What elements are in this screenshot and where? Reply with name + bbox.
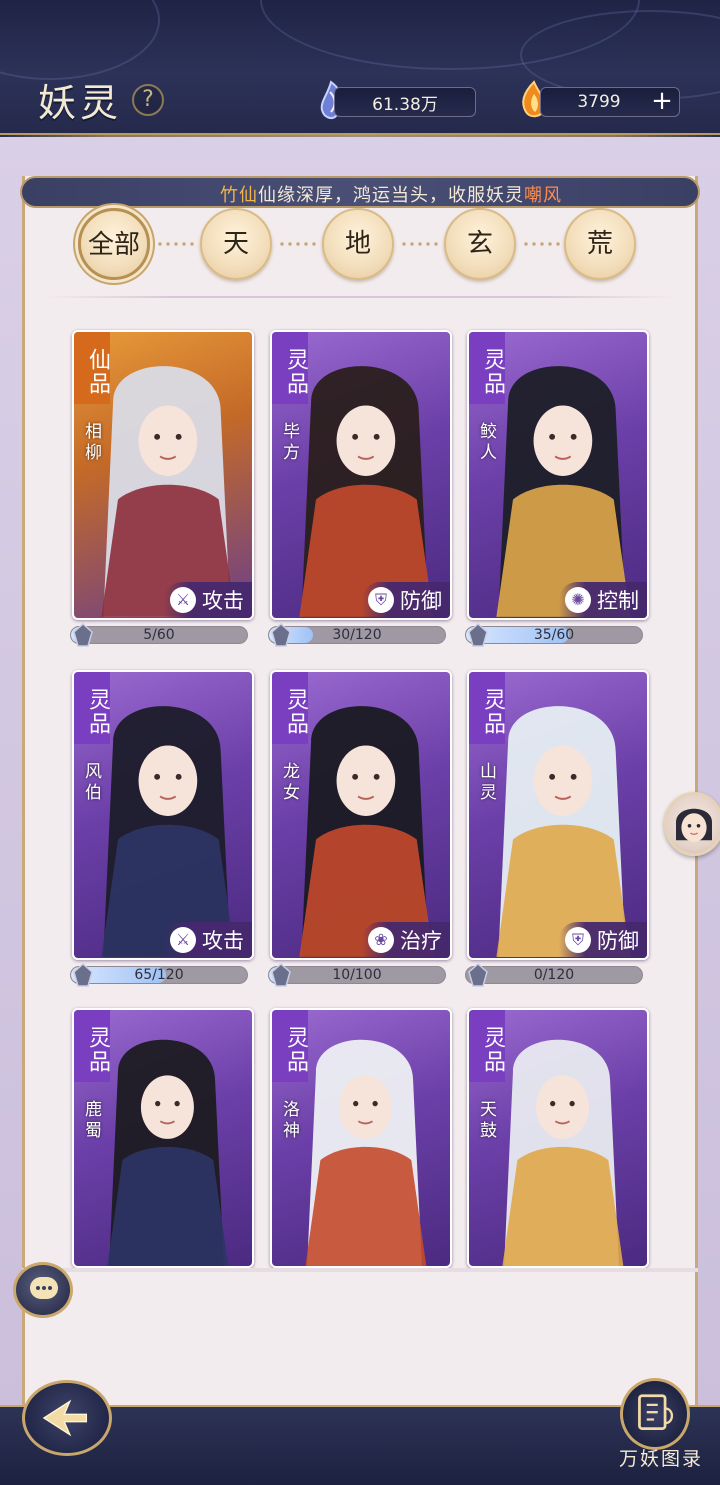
announcement-player: 竹仙	[220, 185, 258, 206]
role-label: 攻击	[202, 929, 244, 953]
add-flame-coin-button[interactable]: +	[648, 88, 676, 115]
shard-icon	[271, 962, 291, 987]
announcement-message: 仙缘深厚，鸿运当头，收服妖灵	[258, 185, 524, 206]
spirit-card[interactable]: 灵品山灵 ⛨ 防御	[467, 670, 649, 960]
soul-crystal-value: 61.38万	[372, 94, 438, 115]
filter-separator	[40, 296, 680, 298]
announcement-text: 竹仙仙缘深厚，鸿运当头，收服妖灵嘲风	[220, 181, 562, 206]
spirit-name: 龙女	[279, 762, 299, 804]
spirit-card[interactable]: 仙品相柳 ⚔ 攻击	[72, 330, 254, 620]
codex-label: 万妖图录	[618, 1448, 703, 1470]
rarity-tag: 灵品	[469, 332, 505, 404]
role-label: 治疗	[400, 929, 442, 953]
shard-icon	[468, 962, 488, 987]
rarity-tag: 仙品	[74, 332, 110, 404]
spirit-name: 风伯	[81, 762, 101, 804]
filter-wild[interactable]: 荒	[564, 208, 636, 280]
shard-progress-bar: 65/120	[70, 966, 248, 984]
role-badge: ❀ 治疗	[362, 922, 450, 958]
chat-button[interactable]	[13, 1262, 73, 1318]
spirit-name: 相柳	[81, 422, 101, 464]
scroll-book-icon	[638, 1394, 674, 1430]
progress-text: 0/120	[533, 967, 575, 983]
crossed-swords-icon: ⚔	[170, 927, 196, 953]
role-badge: ⛨ 防御	[362, 582, 450, 618]
rarity-tag: 灵品	[272, 1010, 308, 1082]
shield-icon: ⛨	[565, 927, 591, 953]
shard-icon	[73, 962, 93, 987]
spirit-card[interactable]: 灵品 鹿蜀	[72, 1008, 254, 1268]
spirit-card[interactable]: 灵品龙女 ❀ 治疗	[270, 670, 452, 960]
role-badge: ⛨ 防御	[559, 922, 647, 958]
progress-text: 30/120	[332, 627, 382, 643]
shard-progress-bar: 35/60	[465, 626, 643, 644]
spirit-card[interactable]: 灵品 天鼓	[467, 1008, 649, 1268]
back-arrow-icon	[42, 1399, 88, 1437]
rarity-tag: 灵品	[469, 672, 505, 744]
shard-icon	[468, 622, 488, 647]
shield-icon: ⛨	[368, 587, 394, 613]
list-bottom-edge	[22, 1268, 698, 1272]
shard-progress-bar: 5/60	[70, 626, 248, 644]
spirit-card[interactable]: 灵品风伯 ⚔ 攻击	[72, 670, 254, 960]
spirit-name: 洛神	[279, 1100, 299, 1142]
companion-avatar-icon[interactable]	[664, 792, 720, 856]
help-icon[interactable]: ?	[132, 84, 164, 116]
progress-text: 35/60	[533, 627, 575, 643]
role-label: 防御	[400, 589, 442, 613]
shard-progress-bar: 30/120	[268, 626, 446, 644]
progress-text: 65/120	[134, 967, 184, 983]
filter-earth[interactable]: 地	[322, 208, 394, 280]
shard-progress-bar: 0/120	[465, 966, 643, 984]
rarity-tag: 灵品	[74, 1010, 110, 1082]
progress-text: 10/100	[332, 967, 382, 983]
rarity-tag: 灵品	[272, 672, 308, 744]
spirit-name: 毕方	[279, 422, 299, 464]
filter-divider	[156, 242, 196, 246]
filter-divider	[522, 242, 562, 246]
lotus-icon: ❀	[368, 927, 394, 953]
spirit-name: 天鼓	[476, 1100, 496, 1142]
role-badge: ⚔ 攻击	[164, 922, 252, 958]
spirit-name: 鹿蜀	[81, 1100, 101, 1142]
spirit-card[interactable]: 灵品 洛神	[270, 1008, 452, 1268]
shard-icon	[73, 622, 93, 647]
filter-mystic[interactable]: 玄	[444, 208, 516, 280]
crossed-swords-icon: ⚔	[170, 587, 196, 613]
role-badge: ⚔ 攻击	[164, 582, 252, 618]
page-title: 妖灵	[38, 81, 123, 125]
spirit-card[interactable]: 灵品鲛人 ✺ 控制	[467, 330, 649, 620]
rarity-tag: 灵品	[469, 1010, 505, 1082]
filter-heaven[interactable]: 天	[200, 208, 272, 280]
filter-divider	[278, 242, 318, 246]
back-button[interactable]	[22, 1380, 112, 1456]
rarity-tag: 灵品	[272, 332, 308, 404]
progress-text: 5/60	[143, 627, 175, 643]
flame-coin-value: 3799	[577, 92, 621, 112]
role-label: 攻击	[202, 589, 244, 613]
soul-crystal-counter: 61.38万	[334, 87, 476, 117]
filter-divider	[400, 242, 440, 246]
vortex-icon: ✺	[565, 587, 591, 613]
role-badge: ✺ 控制	[559, 582, 647, 618]
codex-button[interactable]	[620, 1378, 690, 1450]
announcement-spirit: 嘲风	[524, 185, 562, 206]
shard-progress-bar: 10/100	[268, 966, 446, 984]
spirit-name: 鲛人	[476, 422, 496, 464]
role-label: 防御	[597, 929, 639, 953]
spirit-name: 山灵	[476, 762, 496, 804]
filter-all[interactable]: 全部	[78, 208, 150, 280]
rarity-tag: 灵品	[74, 672, 110, 744]
spirit-card[interactable]: 灵品毕方 ⛨ 防御	[270, 330, 452, 620]
shard-icon	[271, 622, 291, 647]
role-label: 控制	[597, 589, 639, 613]
